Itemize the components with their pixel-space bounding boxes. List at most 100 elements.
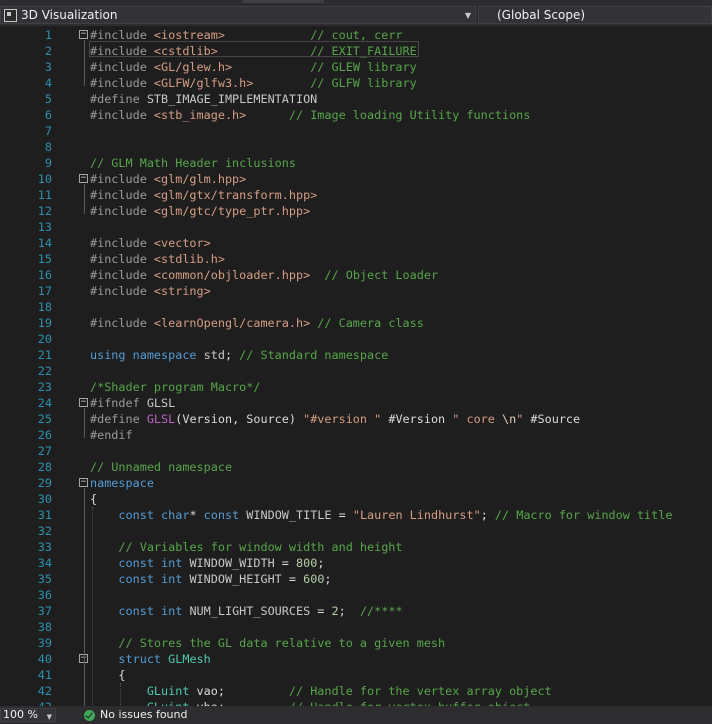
code-text: #include <stdlib.h> xyxy=(90,251,225,267)
code-token: \n xyxy=(501,412,517,426)
line-number: 23 xyxy=(37,380,52,394)
code-token: // GLEW library xyxy=(310,60,417,74)
code-line[interactable]: 36 xyxy=(0,587,712,603)
code-line[interactable]: 10 − #include <glm/glm.hpp> xyxy=(0,171,712,187)
collapse-icon[interactable]: − xyxy=(79,398,88,407)
code-token: namespace xyxy=(90,476,154,490)
line-number: 15 xyxy=(37,252,52,266)
line-number: 28 xyxy=(37,460,52,474)
code-text: const int WINDOW_HEIGHT = 600; xyxy=(90,571,331,587)
code-line[interactable]: 40− struct GLMesh xyxy=(0,651,712,667)
line-number: 5 xyxy=(44,92,52,106)
code-line[interactable]: 39 // Stores the GL data relative to a g… xyxy=(0,635,712,651)
code-token: 600 xyxy=(303,572,325,586)
collapse-icon[interactable]: − xyxy=(79,30,88,39)
code-token: <glm/glm.hpp> xyxy=(153,172,247,186)
code-token: <iostream> xyxy=(153,28,225,42)
zoom-level: 100 % xyxy=(3,708,38,721)
code-line[interactable]: 13 xyxy=(0,219,712,235)
code-line[interactable]: 41 { xyxy=(0,667,712,683)
code-token: const int xyxy=(118,572,190,586)
code-text: { xyxy=(90,491,97,507)
code-token: // cout, cerr xyxy=(310,28,403,42)
code-line[interactable]: 15 #include <stdlib.h> xyxy=(0,251,712,267)
code-text: /*Shader program Macro*/ xyxy=(90,379,260,395)
code-line[interactable]: 2 #include <cstdlib> // EXIT_FAILURE xyxy=(0,43,712,59)
code-line[interactable]: 19 #include <learnOpengl/camera.h> // Cam… xyxy=(0,315,712,331)
issues-indicator[interactable]: No issues found xyxy=(84,708,187,722)
code-line[interactable]: 43 GLuint vbo; // Handle for vertex buff… xyxy=(0,699,712,706)
code-line[interactable]: 27 xyxy=(0,443,712,459)
code-line[interactable]: 33 // Variables for window width and hei… xyxy=(0,539,712,555)
code-line[interactable]: 25 #define GLSL(Version, Source) "#versio… xyxy=(0,411,712,427)
code-line[interactable]: 23 /*Shader program Macro*/ xyxy=(0,379,712,395)
line-number: 13 xyxy=(37,220,52,234)
code-line[interactable]: 7 xyxy=(0,123,712,139)
code-line[interactable]: 9 // GLM Math Header inclusions xyxy=(0,155,712,171)
code-line[interactable]: 34 const int WINDOW_WIDTH = 800; xyxy=(0,555,712,571)
code-line[interactable]: 5 #define STB_IMAGE_IMPLEMENTATION xyxy=(0,91,712,107)
line-number: 37 xyxy=(37,604,52,618)
code-token: ; xyxy=(224,348,240,362)
code-token: const char xyxy=(118,508,190,522)
line-number: 16 xyxy=(37,268,52,282)
code-line[interactable]: 20 xyxy=(0,331,712,347)
code-line[interactable]: 42 GLuint vao; // Handle for the vertex … xyxy=(0,683,712,699)
code-token: (Version, Source) xyxy=(175,412,304,426)
code-line[interactable]: 35 const int WINDOW_HEIGHT = 600; xyxy=(0,571,712,587)
code-token: // Handle for the vertex array object xyxy=(288,684,552,698)
code-text: const char* const WINDOW_TITLE = "Lauren… xyxy=(90,507,672,523)
code-token: #include xyxy=(90,284,154,298)
collapse-icon[interactable]: − xyxy=(79,478,88,487)
code-token: // Variables for window width and height xyxy=(118,540,403,554)
code-editor[interactable]: 1− #include <iostream> // cout, cerr 2 #inc… xyxy=(0,26,712,706)
line-number: 17 xyxy=(37,284,52,298)
code-text: #include <cstdlib> // EXIT_FAILURE xyxy=(90,43,417,59)
code-line[interactable]: 31 const char* const WINDOW_TITLE = "Lau… xyxy=(0,507,712,523)
project-dropdown[interactable]: 3D Visualization ▼ xyxy=(0,6,476,24)
code-line[interactable]: 26 #endif xyxy=(0,427,712,443)
code-text: struct GLMesh xyxy=(90,651,211,667)
code-line[interactable]: 28 // Unnamed namespace xyxy=(0,459,712,475)
code-token: // Stores the GL data relative to a give… xyxy=(118,636,446,650)
collapse-icon[interactable]: − xyxy=(79,174,88,183)
code-token: = xyxy=(274,556,296,570)
code-line[interactable]: 24 − #ifndef GLSL xyxy=(0,395,712,411)
code-line[interactable]: 11 #include <glm/gtx/transform.hpp> xyxy=(0,187,712,203)
code-line[interactable]: 1 − #include <iostream> // cout, cerr xyxy=(0,27,712,43)
code-line[interactable]: 37 const int NUM_LIGHT_SOURCES = 2; //**… xyxy=(0,603,712,619)
outline-guide xyxy=(84,488,85,706)
code-line[interactable]: 30 { xyxy=(0,491,712,507)
line-number: 10 xyxy=(37,172,52,186)
code-line[interactable]: 38 xyxy=(0,619,712,635)
code-line[interactable]: 21 using namespace std; // Standard names… xyxy=(0,347,712,363)
code-line[interactable]: 29 − namespace xyxy=(0,475,712,491)
zoom-dropdown[interactable]: 100 % ▼ xyxy=(0,708,56,722)
code-line[interactable]: 16 #include <common/objloader.hpp> // Obj… xyxy=(0,267,712,283)
code-text: const int NUM_LIGHT_SOURCES = 2; //**** xyxy=(90,603,402,619)
code-token: WINDOW_WIDTH xyxy=(189,556,275,570)
code-line[interactable]: 6 #include <stb_image.h> // Image loading… xyxy=(0,107,712,123)
code-line[interactable]: 8 xyxy=(0,139,712,155)
scope-dropdown[interactable]: (Global Scope) xyxy=(478,6,712,24)
navigation-bar: 3D Visualization ▼ (Global Scope) xyxy=(0,4,712,26)
code-line[interactable]: 17 #include <string> xyxy=(0,283,712,299)
code-line[interactable]: 3 #include <GL/glew.h> // GLEW library xyxy=(0,59,712,75)
code-token: "#version " xyxy=(303,412,382,426)
code-token: GLSL xyxy=(146,412,176,426)
issues-label: No issues found xyxy=(100,708,188,721)
code-line[interactable]: 18 xyxy=(0,299,712,315)
code-token: { xyxy=(118,668,126,682)
code-line[interactable]: 4 #include <GLFW/glfw3.h> // GLFW library xyxy=(0,75,712,91)
code-token: <stb_image.h> xyxy=(153,108,247,122)
code-text: #include <common/objloader.hpp> // Objec… xyxy=(90,267,438,283)
code-token: GLMesh xyxy=(168,652,211,666)
code-token: <glm/gtx/transform.hpp> xyxy=(153,188,318,202)
code-line[interactable]: 12 #include <glm/gtc/type_ptr.hpp> xyxy=(0,203,712,219)
code-line[interactable]: 14 #include <vector> xyxy=(0,235,712,251)
code-line[interactable]: 22 xyxy=(0,363,712,379)
code-line[interactable]: 32 xyxy=(0,523,712,539)
